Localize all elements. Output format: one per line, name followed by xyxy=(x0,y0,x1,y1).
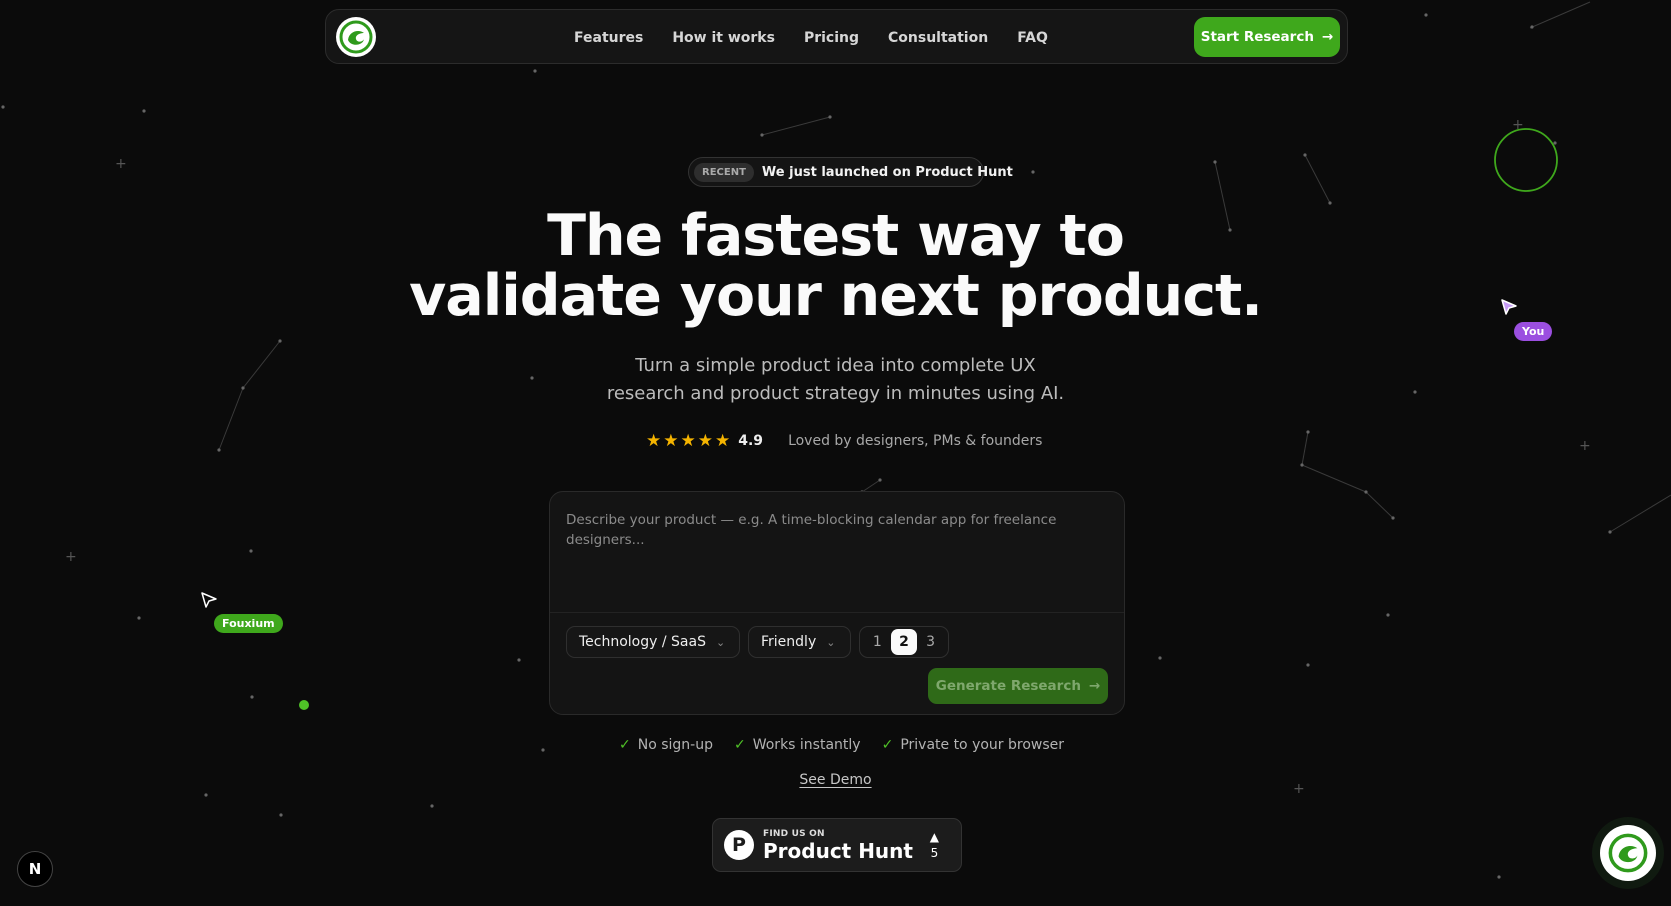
arrow-right-icon: → xyxy=(1321,29,1334,45)
check-label: Private to your browser xyxy=(900,737,1065,753)
rating-row: ★ ★ ★ ★ ★ 4.9 Loved by designers, PMs & … xyxy=(646,431,1042,451)
star-icon: ★ xyxy=(680,431,696,451)
depth-option-3[interactable]: 3 xyxy=(918,629,944,655)
hero-subtitle-line1: Turn a simple product idea into complete… xyxy=(635,355,1036,376)
nav-links: Features How it works Pricing Consultati… xyxy=(574,10,1048,65)
hero-title-line1: The fastest way to xyxy=(547,203,1125,269)
product-hunt-name: Product Hunt xyxy=(763,838,913,863)
nav-link-consultation[interactable]: Consultation xyxy=(888,30,988,46)
check-icon: ✓ xyxy=(619,737,631,753)
see-demo-link: See Demo xyxy=(0,772,1671,788)
check-label: No sign-up xyxy=(637,737,713,753)
start-research-label: Start Research xyxy=(1200,29,1314,45)
nav-link-features[interactable]: Features xyxy=(574,30,643,46)
depth-option-1[interactable]: 1 xyxy=(864,629,890,655)
check-icon: ✓ xyxy=(733,737,746,753)
check-item: ✓ No sign-up xyxy=(619,737,713,753)
generate-research-button[interactable]: Generate Research → xyxy=(928,668,1108,704)
upvote-count: 5 xyxy=(930,846,939,860)
arrow-right-icon: → xyxy=(1088,678,1101,694)
product-hunt-badge[interactable]: P FIND US ON Product Hunt ▲ 5 xyxy=(712,818,962,872)
industry-select[interactable]: Technology / SaaS ⌄ xyxy=(566,626,740,658)
upvote-counter: ▲ 5 xyxy=(930,829,939,861)
tone-select[interactable]: Friendly ⌄ xyxy=(748,626,851,658)
dragon-logo-icon xyxy=(339,20,373,54)
hero-subtitle: Turn a simple product idea into complete… xyxy=(0,352,1671,408)
check-item: ✓ Works instantly xyxy=(734,737,861,753)
chevron-down-icon: ⌄ xyxy=(715,635,726,649)
brand-logo[interactable] xyxy=(336,17,376,57)
hero-subtitle-line2: research and product strategy in minutes… xyxy=(606,383,1065,404)
upvote-triangle-icon: ▲ xyxy=(929,830,939,844)
cursor-arrow-icon xyxy=(201,592,217,608)
generate-research-label: Generate Research xyxy=(935,678,1081,694)
svg-text:+: + xyxy=(65,549,77,565)
cursor-tag-other-user: Fouxium xyxy=(214,614,283,633)
starfield-background: +++ ++ xyxy=(1,1,1671,879)
nextjs-dev-indicator[interactable]: N xyxy=(17,851,53,887)
rating-score: 4.9 xyxy=(738,433,764,449)
product-hunt-logo-icon: P xyxy=(724,830,754,860)
check-item: ✓ Private to your browser xyxy=(882,737,1064,753)
dragon-logo-icon xyxy=(1608,833,1648,873)
svg-text:+: + xyxy=(115,156,127,172)
svg-text:+: + xyxy=(1579,438,1591,454)
nav-link-how-it-works[interactable]: How it works xyxy=(672,30,775,46)
research-form-card: Technology / SaaS ⌄ Friendly ⌄ 1 2 3 Gen… xyxy=(549,491,1125,715)
navbar: Features How it works Pricing Consultati… xyxy=(325,9,1348,64)
depth-segmented-control: 1 2 3 xyxy=(859,626,949,658)
cursor-tag-self: You xyxy=(1514,322,1553,341)
product-hunt-small-text: FIND US ON xyxy=(763,828,825,839)
cursor-arrow-icon xyxy=(1501,299,1517,315)
chat-assistant-button[interactable] xyxy=(1600,825,1656,881)
rating-text: Loved by designers, PMs & founders xyxy=(788,433,1043,449)
industry-select-value: Technology / SaaS xyxy=(579,634,706,650)
see-demo-link-text[interactable]: See Demo xyxy=(799,772,871,788)
star-icon: ★ xyxy=(715,431,731,451)
depth-option-2[interactable]: 2 xyxy=(890,629,917,655)
feature-checks: ✓ No sign-up ✓ Works instantly ✓ Private… xyxy=(619,737,1064,753)
nextjs-logo-icon: N xyxy=(28,860,42,878)
star-icon: ★ xyxy=(663,431,679,451)
tone-select-value: Friendly xyxy=(761,634,817,650)
star-icon: ★ xyxy=(697,431,713,451)
star-icon: ★ xyxy=(646,431,662,451)
nav-link-faq[interactable]: FAQ xyxy=(1017,30,1048,46)
product-description-input[interactable] xyxy=(550,492,1124,613)
check-icon: ✓ xyxy=(881,737,894,753)
announcement-badge[interactable]: RECENT We just launched on Product Hunt xyxy=(688,157,1013,187)
nav-link-pricing[interactable]: Pricing xyxy=(804,30,859,46)
badge-tag: RECENT xyxy=(694,162,754,182)
hero-title: The fastest way to validate your next pr… xyxy=(0,206,1671,326)
chevron-down-icon: ⌄ xyxy=(826,635,836,649)
start-research-button[interactable]: Start Research → xyxy=(1194,17,1340,57)
hero-title-line2: validate your next product. xyxy=(409,263,1263,329)
badge-text: We just launched on Product Hunt xyxy=(761,164,1013,180)
check-label: Works instantly xyxy=(752,737,861,753)
